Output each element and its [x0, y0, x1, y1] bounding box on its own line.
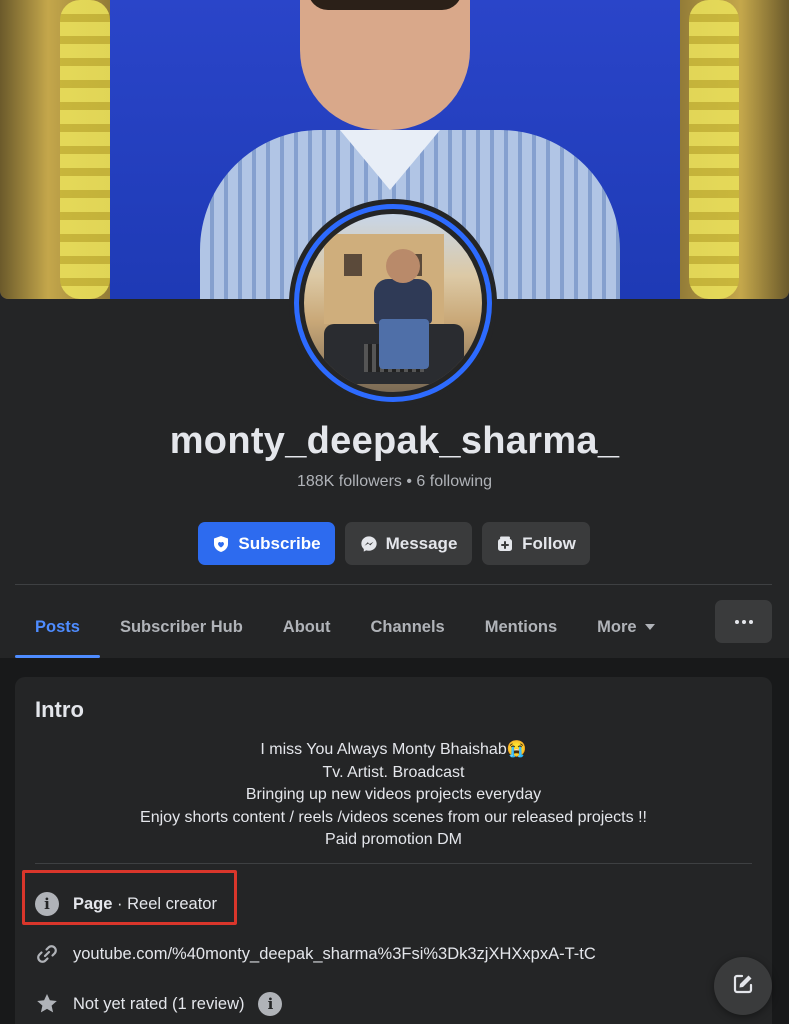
message-button[interactable]: Message [345, 522, 472, 565]
follow-button[interactable]: Follow [482, 522, 590, 565]
compose-icon [731, 972, 755, 1001]
tab-about[interactable]: About [263, 598, 351, 656]
intro-divider [35, 863, 752, 864]
profile-stats: 188K followers • 6 following [0, 473, 789, 491]
profile-name: monty_deepak_sharma_ [169, 420, 620, 462]
follow-add-icon [496, 535, 514, 553]
website-link[interactable]: youtube.com/%40monty_deepak_sharma%3Fsi%… [73, 945, 596, 964]
shield-heart-icon [212, 535, 230, 553]
website-row: youtube.com/%40monty_deepak_sharma%3Fsi%… [35, 942, 596, 966]
following-count[interactable]: 6 following [416, 473, 492, 490]
bio-line: Enjoy shorts content / reels /videos sce… [140, 808, 647, 826]
page-category-row: i Page · Reel creator [35, 892, 217, 916]
tab-more-label: More [597, 617, 637, 636]
page-label: Page [73, 894, 113, 913]
stats-separator: • [406, 473, 412, 490]
tab-more[interactable]: More [577, 598, 674, 656]
intro-card: Intro I miss You Always Monty Bhaishab😭 … [15, 677, 772, 1024]
caret-down-icon [644, 624, 655, 630]
message-label: Message [385, 533, 458, 553]
tab-mentions[interactable]: Mentions [465, 598, 577, 656]
subscribe-label: Subscribe [238, 533, 321, 553]
link-icon [35, 942, 59, 966]
dot [748, 619, 753, 624]
bio-line: Paid promotion DM [325, 831, 462, 849]
star-icon [35, 992, 59, 1016]
tab-subscriber-hub[interactable]: Subscriber Hub [100, 598, 263, 656]
bio-line: Bringing up new videos projects everyday [245, 786, 542, 804]
info-icon[interactable]: i [258, 992, 283, 1016]
page-category-text: Page · Reel creator [73, 895, 217, 914]
more-options-button[interactable] [715, 600, 772, 643]
compose-button[interactable] [714, 957, 772, 1015]
info-icon: i [35, 892, 59, 916]
intro-bio: I miss You Always Monty Bhaishab😭 Tv. Ar… [15, 739, 772, 852]
tab-channels[interactable]: Channels [350, 598, 464, 656]
tab-posts[interactable]: Posts [15, 598, 100, 658]
bio-line: I miss You Always Monty Bhaishab😭 [260, 741, 527, 758]
dot [741, 619, 746, 624]
profile-tabs: Posts Subscriber Hub About Channels Ment… [15, 598, 675, 658]
intro-title: Intro [35, 697, 84, 722]
dot [734, 619, 739, 624]
rating-text: Not yet rated (1 review) [73, 994, 245, 1013]
bio-line: Tv. Artist. Broadcast [322, 763, 465, 781]
followers-count[interactable]: 188K followers [297, 473, 402, 490]
page-category: · Reel creator [112, 894, 217, 913]
rating-row: Not yet rated (1 review) i [35, 992, 283, 1016]
subscribe-button[interactable]: Subscribe [198, 522, 335, 565]
messenger-icon [360, 535, 378, 553]
profile-avatar[interactable] [289, 199, 497, 407]
follow-label: Follow [522, 533, 576, 553]
header-divider [15, 584, 772, 585]
profile-page: monty_deepak_sharma_ 188K followers • 6 … [0, 0, 789, 1024]
